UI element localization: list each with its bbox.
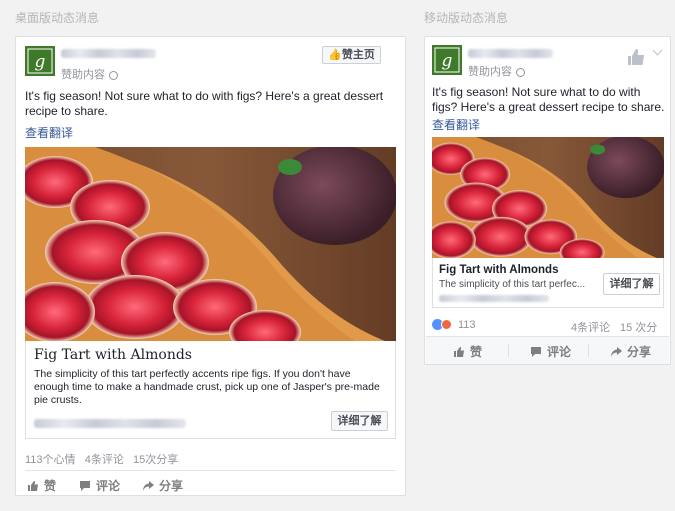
- share-label: 分享: [627, 345, 652, 359]
- attachment-description: The simplicity of this tart perfectly ac…: [34, 368, 380, 406]
- comments-count[interactable]: 4条评论: [571, 319, 610, 335]
- sponsored-label: 赞助内容: [468, 63, 525, 79]
- action-separator: [508, 344, 509, 357]
- like-action-button[interactable]: 赞: [27, 477, 56, 494]
- actions-divider: [25, 470, 396, 471]
- like-page-label: 赞主页: [341, 49, 375, 61]
- sponsored-label: 赞助内容: [61, 66, 118, 82]
- comment-action-button[interactable]: 评论: [530, 343, 571, 360]
- reactions-count[interactable]: 113: [458, 319, 476, 331]
- post-image[interactable]: [25, 147, 396, 341]
- post-image[interactable]: [432, 137, 664, 258]
- share-action-button[interactable]: 分享: [610, 343, 651, 360]
- see-translation-link[interactable]: 查看翻译: [432, 116, 480, 133]
- comment-action-button[interactable]: 评论: [79, 477, 120, 494]
- page-name-blurred[interactable]: [468, 49, 553, 58]
- like-action-button[interactable]: 赞: [453, 343, 482, 360]
- mobile-feed-label: 移动版动态消息: [424, 11, 509, 25]
- comment-label: 评论: [96, 479, 121, 493]
- post-text: It's fig season! Not sure what to do wit…: [25, 89, 384, 118]
- like-page-button[interactable]: 👍赞主页: [322, 46, 381, 64]
- attachment-description: The simplicity of this tart perfec...: [439, 279, 586, 290]
- sponsored-text: 赞助内容: [468, 66, 512, 78]
- globe-icon: [516, 67, 525, 77]
- see-translation-link[interactable]: 查看翻译: [25, 124, 73, 141]
- attachment-headline[interactable]: Fig Tart with Almonds: [439, 264, 558, 276]
- action-separator: [588, 344, 589, 357]
- reactions-count[interactable]: 113个心情: [25, 454, 76, 466]
- comments-count[interactable]: 4条评论: [85, 454, 124, 466]
- learn-more-button[interactable]: 详细了解: [331, 411, 388, 431]
- comment-label: 评论: [547, 345, 572, 359]
- share-label: 分享: [159, 479, 184, 493]
- attachment-domain-blurred: [34, 419, 186, 428]
- link-attachment[interactable]: Fig Tart with Almonds The simplicity of …: [25, 341, 396, 439]
- page-avatar[interactable]: g: [432, 45, 462, 75]
- like-icon: [28, 480, 38, 491]
- like-icon: [454, 346, 464, 357]
- comment-icon: [80, 480, 90, 491]
- attachment-domain-blurred: [439, 295, 549, 302]
- like-page-thumb-icon[interactable]: [626, 47, 646, 67]
- thumb-icon: 👍: [328, 49, 342, 61]
- sponsored-text: 赞助内容: [61, 69, 105, 81]
- mobile-post-card: g 赞助内容 It's fig season! Not sure what to…: [424, 36, 671, 365]
- page-name-blurred[interactable]: [61, 49, 156, 58]
- svg-text:g: g: [442, 51, 453, 71]
- svg-text:g: g: [35, 52, 46, 72]
- fig-logo-icon: g: [25, 46, 55, 76]
- fig-logo-icon: g: [432, 45, 462, 75]
- share-icon: [143, 480, 154, 491]
- mobile-stats-row: 113 4条评论 15 次分享: [432, 318, 664, 350]
- like-label: 赞: [44, 479, 57, 493]
- link-attachment[interactable]: Fig Tart with Almonds The simplicity of …: [432, 258, 664, 308]
- learn-more-button[interactable]: 详细了解: [603, 273, 660, 295]
- chevron-down-icon[interactable]: [652, 45, 663, 56]
- attachment-headline[interactable]: Fig Tart with Almonds: [34, 347, 192, 363]
- like-label: 赞: [470, 345, 483, 359]
- share-action-button[interactable]: 分享: [142, 477, 183, 494]
- post-text: It's fig season! Not sure what to do wit…: [432, 85, 665, 114]
- share-icon: [611, 346, 622, 357]
- desktop-post-card: g 赞助内容 👍赞主页 It's fig season! Not sure wh…: [15, 36, 406, 496]
- fig-tart-image: [432, 137, 664, 258]
- angry-reaction-icon: [441, 319, 452, 330]
- mobile-actions-bar: 赞 评论 分享: [426, 336, 669, 364]
- desktop-stats-row: 113个心情 4条评论 15次分享: [25, 451, 178, 467]
- comment-icon: [531, 346, 541, 357]
- fig-tart-image: [25, 147, 396, 341]
- shares-count[interactable]: 15次分享: [133, 454, 178, 466]
- globe-icon: [109, 70, 118, 80]
- desktop-feed-label: 桌面版动态消息: [15, 11, 100, 25]
- page-avatar[interactable]: g: [25, 46, 55, 76]
